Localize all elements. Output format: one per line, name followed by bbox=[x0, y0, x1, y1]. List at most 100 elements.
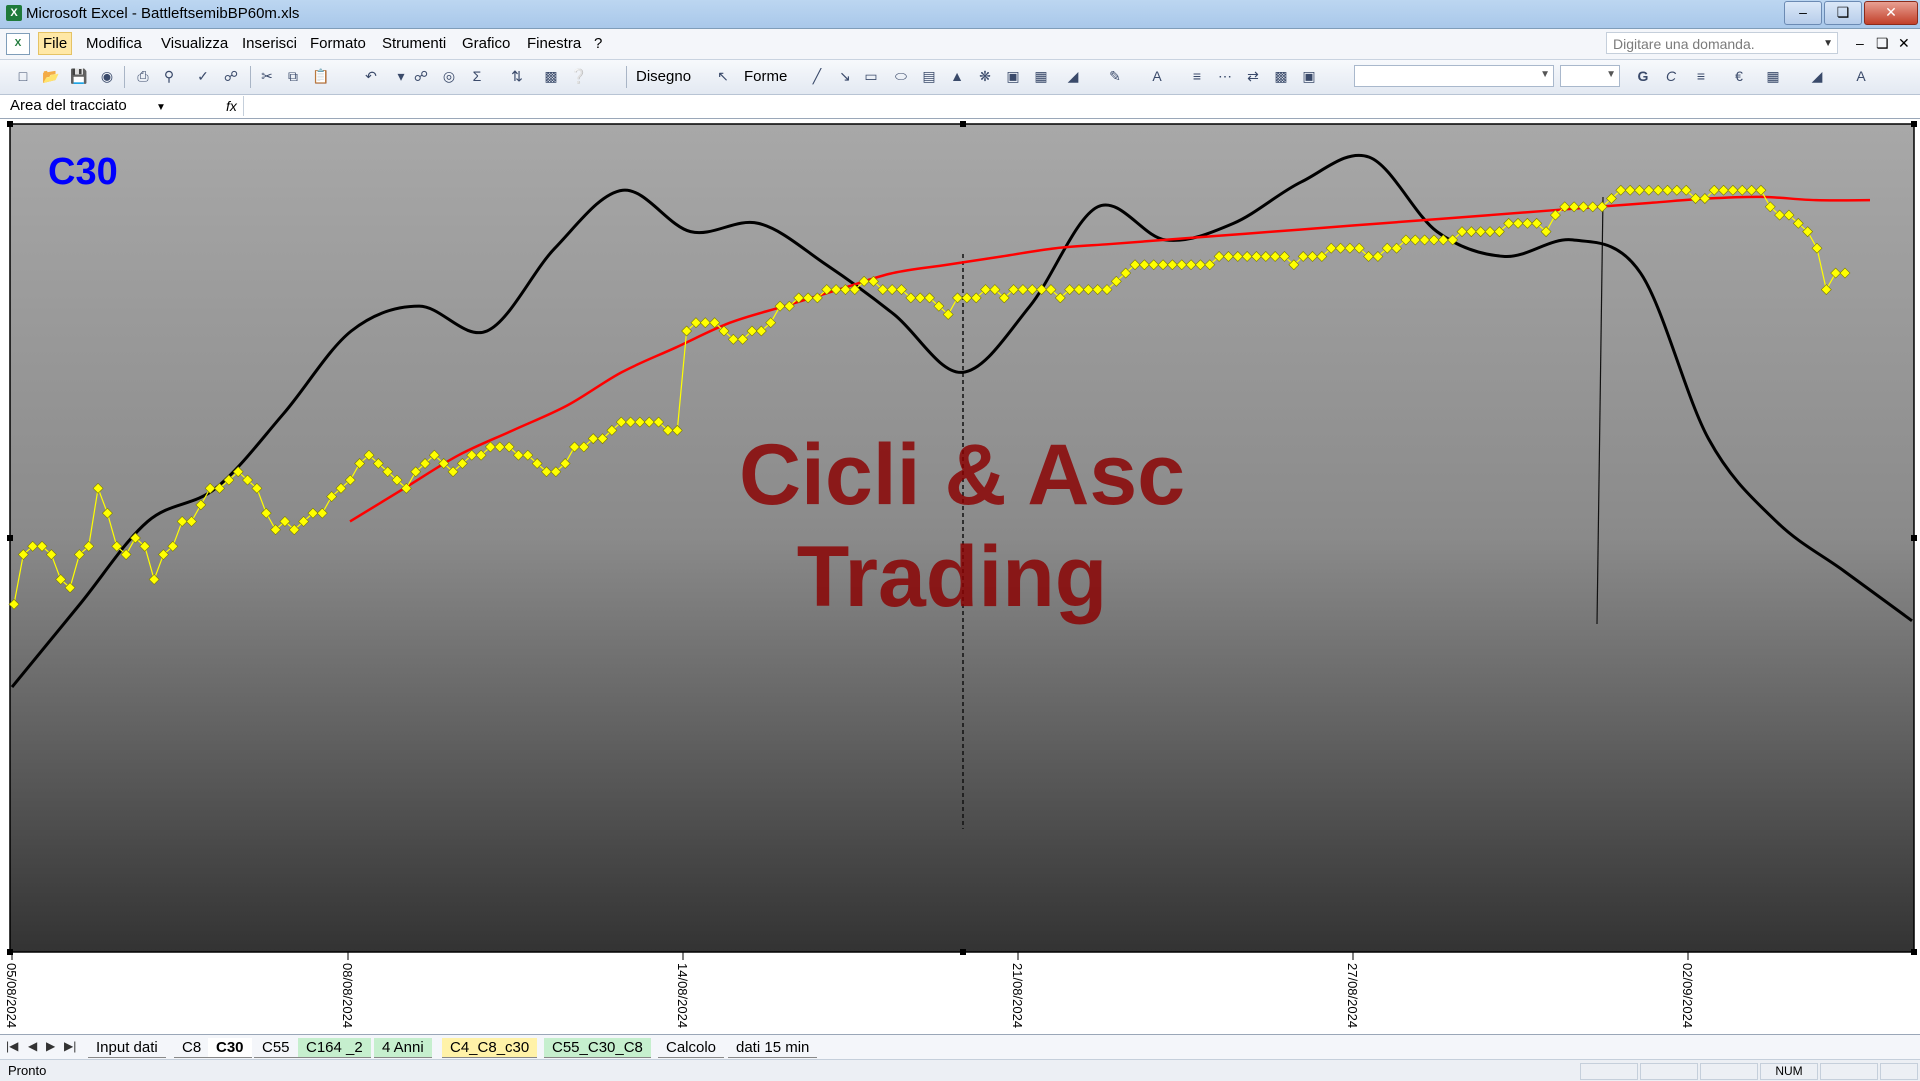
next-sheet-icon[interactable]: ▶ bbox=[46, 1039, 55, 1053]
select-arrow-icon[interactable]: ↖ bbox=[714, 67, 732, 85]
doc-minimize-button[interactable]: – bbox=[1856, 35, 1864, 51]
x-axis: 05/08/2024 08/08/2024 14/08/2024 21/08/2024… bbox=[4, 952, 1695, 1028]
euro-icon[interactable]: € bbox=[1730, 67, 1748, 85]
ask-question-box[interactable]: Digitare una domanda. ▼ bbox=[1606, 32, 1838, 54]
borders-icon[interactable]: ▦ bbox=[1764, 67, 1782, 85]
line-style-icon[interactable]: ≡ bbox=[1188, 67, 1206, 85]
undo-icon[interactable]: ↶ bbox=[362, 67, 380, 85]
name-box[interactable]: Area del tracciato ▼ fx bbox=[4, 96, 244, 116]
x-tick-label: 05/08/2024 bbox=[4, 963, 19, 1028]
permission-icon[interactable]: ◉ bbox=[98, 67, 116, 85]
research-icon[interactable]: ☍ bbox=[222, 67, 240, 85]
menu-file[interactable]: File bbox=[38, 32, 73, 55]
selection-handle bbox=[1911, 121, 1917, 127]
dash-style-icon[interactable]: ⋯ bbox=[1216, 67, 1234, 85]
menu-inserisci[interactable]: Inserisci bbox=[242, 35, 297, 52]
save-icon[interactable]: 💾 bbox=[70, 67, 88, 85]
chart-area[interactable]: Cicli & Asc Trading C30 05/08/2024 08/08/… bbox=[0, 119, 1920, 1034]
sheet-tab-input-dati[interactable]: Input dati bbox=[88, 1038, 166, 1058]
restore-button[interactable]: ❏ bbox=[1824, 1, 1862, 25]
chart-wizard-icon[interactable]: ▩ bbox=[542, 67, 560, 85]
bold-icon[interactable]: G bbox=[1634, 67, 1652, 85]
status-panel bbox=[1820, 1063, 1878, 1080]
menu-modifica[interactable]: Modifica bbox=[86, 35, 142, 52]
arrow-icon[interactable]: ↘ bbox=[836, 67, 854, 85]
italic-icon[interactable]: C bbox=[1662, 67, 1680, 85]
textbox-icon[interactable]: ▤ bbox=[920, 67, 938, 85]
separator bbox=[250, 66, 251, 88]
fill-color-icon[interactable]: ◢ bbox=[1064, 67, 1082, 85]
open-icon[interactable]: 📂 bbox=[42, 67, 60, 85]
web-icon[interactable]: ◎ bbox=[440, 67, 458, 85]
chevron-down-icon[interactable]: ▼ bbox=[1606, 69, 1616, 80]
sheet-tab-calcolo[interactable]: Calcolo bbox=[658, 1038, 725, 1058]
diagram-icon[interactable]: ❋ bbox=[976, 67, 994, 85]
font-name-combo[interactable]: ▼ bbox=[1354, 65, 1554, 87]
draw-menu[interactable]: Disegno bbox=[636, 68, 691, 85]
font-color-icon-2[interactable]: A bbox=[1852, 67, 1870, 85]
paste-icon[interactable]: 📋 bbox=[312, 67, 330, 85]
print-preview-icon[interactable]: ⚲ bbox=[160, 67, 178, 85]
align-center-icon[interactable]: ≡ bbox=[1692, 67, 1710, 85]
chevron-down-icon[interactable]: ▼ bbox=[156, 98, 166, 118]
3d-icon[interactable]: ▣ bbox=[1300, 67, 1318, 85]
picture-icon[interactable]: ▦ bbox=[1032, 67, 1050, 85]
menu-formato[interactable]: Formato bbox=[310, 35, 366, 52]
sheet-tab-c8[interactable]: C8 bbox=[174, 1038, 210, 1058]
cut-icon[interactable]: ✂ bbox=[258, 67, 276, 85]
sheet-tab-dati-15-min[interactable]: dati 15 min bbox=[728, 1038, 818, 1058]
font-color-icon[interactable]: A bbox=[1148, 67, 1166, 85]
redo-icon[interactable]: ▾ bbox=[392, 67, 410, 85]
minimize-button[interactable]: – bbox=[1784, 1, 1822, 25]
menu-strumenti[interactable]: Strumenti bbox=[382, 35, 446, 52]
line-icon[interactable]: ╱ bbox=[808, 67, 826, 85]
oval-icon[interactable]: ⬭ bbox=[892, 67, 910, 85]
prev-sheet-icon[interactable]: ◀ bbox=[28, 1039, 37, 1053]
line-color-icon[interactable]: ✎ bbox=[1106, 67, 1124, 85]
selection-handle bbox=[960, 121, 966, 127]
rectangle-icon[interactable]: ▭ bbox=[862, 67, 880, 85]
sheet-tab-c164[interactable]: C164 _2 bbox=[298, 1038, 371, 1058]
shadow-icon[interactable]: ▩ bbox=[1272, 67, 1290, 85]
status-panel bbox=[1580, 1063, 1638, 1080]
sheet-tab-c55[interactable]: C55 bbox=[254, 1038, 298, 1058]
wordart-icon[interactable]: ▲ bbox=[948, 67, 966, 85]
arrow-style-icon[interactable]: ⇄ bbox=[1244, 67, 1262, 85]
sheet-tabs-bar: |◀ ◀ ▶ ▶| Input dati C8 C30 C55 C164 _2 … bbox=[0, 1034, 1920, 1059]
chevron-down-icon[interactable]: ▼ bbox=[1823, 33, 1833, 55]
menu-help[interactable]: ? bbox=[594, 35, 602, 52]
copy-icon[interactable]: ⧉ bbox=[284, 67, 302, 85]
menu-visualizza[interactable]: Visualizza bbox=[161, 35, 228, 52]
shapes-menu[interactable]: Forme bbox=[744, 68, 787, 85]
workbook-icon[interactable]: X bbox=[6, 33, 30, 55]
menu-finestra[interactable]: Finestra bbox=[527, 35, 581, 52]
x-tick-label: 14/08/2024 bbox=[675, 963, 690, 1028]
first-sheet-icon[interactable]: |◀ bbox=[6, 1039, 18, 1053]
clipart-icon[interactable]: ▣ bbox=[1004, 67, 1022, 85]
menu-bar: X File Modifica Visualizza Inserisci For… bbox=[0, 29, 1920, 60]
sheet-tab-c55-c30-c8[interactable]: C55_C30_C8 bbox=[544, 1038, 651, 1058]
fill-color-icon-2[interactable]: ◢ bbox=[1808, 67, 1826, 85]
excel-icon: X bbox=[6, 5, 22, 21]
sort-icon[interactable]: ⇅ bbox=[508, 67, 526, 85]
last-sheet-icon[interactable]: ▶| bbox=[64, 1039, 76, 1053]
doc-close-button[interactable]: ✕ bbox=[1898, 35, 1910, 52]
autosum-icon[interactable]: Σ bbox=[468, 67, 486, 85]
print-icon[interactable]: ⎙ bbox=[134, 67, 152, 85]
close-button[interactable]: ✕ bbox=[1864, 1, 1918, 25]
chevron-down-icon[interactable]: ▼ bbox=[1540, 69, 1550, 80]
sheet-tab-4-anni[interactable]: 4 Anni bbox=[374, 1038, 432, 1058]
chart-title: C30 bbox=[48, 151, 118, 193]
x-tick-label: 21/08/2024 bbox=[1010, 963, 1025, 1028]
chart-svg[interactable]: Cicli & Asc Trading C30 05/08/2024 08/08/… bbox=[0, 119, 1920, 1034]
menu-grafico[interactable]: Grafico bbox=[462, 35, 510, 52]
font-size-combo[interactable]: ▼ bbox=[1560, 65, 1620, 87]
hyperlink-icon[interactable]: ☍ bbox=[412, 67, 430, 85]
sheet-tab-c4-c8-c30[interactable]: C4_C8_c30 bbox=[442, 1038, 538, 1058]
doc-restore-button[interactable]: ❏ bbox=[1876, 35, 1889, 52]
help-icon[interactable]: ❔ bbox=[570, 67, 588, 85]
sheet-tab-c30[interactable]: C30 bbox=[208, 1038, 252, 1058]
function-icon[interactable]: fx bbox=[226, 96, 237, 116]
spelling-icon[interactable]: ✓ bbox=[194, 67, 212, 85]
new-icon[interactable]: □ bbox=[14, 67, 32, 85]
